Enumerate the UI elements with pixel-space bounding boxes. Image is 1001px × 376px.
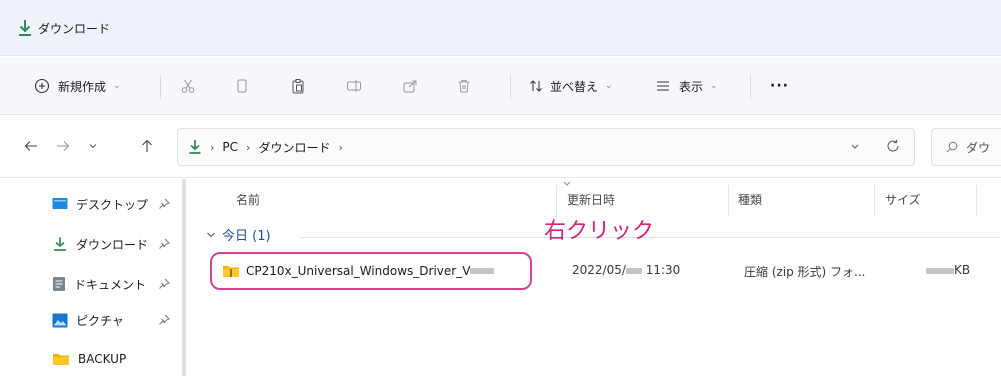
window-title: ダウンロード (38, 22, 111, 36)
pin-icon[interactable] (158, 198, 170, 210)
breadcrumb-item-pc[interactable]: PC (222, 140, 238, 154)
delete-button[interactable] (456, 57, 472, 115)
recent-locations-button[interactable] (82, 135, 104, 157)
rename-button[interactable] (346, 57, 362, 115)
column-divider[interactable] (728, 185, 729, 217)
table-row[interactable]: CP210x_Universal_Windows_Driver_V 2022/0… (190, 252, 1001, 290)
column-divider[interactable] (976, 185, 977, 217)
column-header-size[interactable]: サイズ (885, 191, 921, 208)
chevron-down-icon (89, 144, 97, 149)
sort-button-label: 並べ替え (550, 79, 599, 94)
chevron-right-icon: › (338, 140, 343, 154)
download-icon (189, 140, 201, 154)
address-box[interactable]: › PC › ダウンロード › (177, 128, 915, 166)
sidebar-item-label: ダウンロード (76, 237, 149, 252)
command-bar: 新規作成 ⌄ 並べ替え ⌄ 表示 ⌄ ··· (0, 57, 1001, 115)
file-list: 名前 更新日時 種類 サイズ 今日 (1) 右クリック CP210x_Unive… (190, 179, 1001, 376)
sidebar-item-pictures[interactable]: ピクチャ (52, 309, 124, 331)
search-box[interactable]: ダウ (931, 128, 1001, 166)
up-button[interactable] (136, 135, 158, 157)
pin-icon[interactable] (158, 278, 170, 290)
sidebar-item-desktop[interactable]: デスクトップ (52, 193, 148, 215)
column-header-date[interactable]: 更新日時 (567, 191, 615, 208)
file-size: KB (926, 263, 970, 277)
group-header-today[interactable]: 今日 (1) (206, 225, 271, 244)
list-view-icon (657, 81, 669, 91)
desktop-icon (52, 198, 68, 209)
rename-icon (347, 80, 361, 92)
sort-chevron-icon (563, 181, 571, 186)
share-button[interactable] (402, 57, 418, 115)
breadcrumb: › PC › ダウンロード › (188, 129, 343, 165)
sidebar-item-documents[interactable]: ドキュメント (52, 273, 146, 295)
document-icon (53, 277, 65, 291)
trash-icon (458, 80, 470, 93)
arrow-left-icon (24, 141, 37, 151)
more-icon: ··· (770, 78, 789, 94)
column-divider[interactable] (874, 185, 875, 217)
plus-circle-icon (34, 78, 50, 94)
chevron-down-icon: ⌄ (710, 81, 718, 91)
chevron-right-icon: › (210, 140, 215, 154)
copy-button[interactable] (234, 57, 250, 115)
toolbar-divider (750, 75, 751, 99)
chevron-down-icon[interactable] (850, 143, 860, 151)
toolbar-divider (510, 75, 511, 99)
new-button[interactable]: 新規作成 ⌄ (34, 57, 121, 115)
arrow-up-icon (142, 139, 152, 152)
breadcrumb-item-downloads[interactable]: ダウンロード (258, 139, 330, 156)
address-bar-row: › PC › ダウンロード › ダウ (0, 116, 1001, 178)
forward-button[interactable] (52, 135, 74, 157)
search-icon (946, 141, 958, 153)
toolbar-divider (160, 75, 161, 99)
column-header-name[interactable]: 名前 (236, 191, 260, 208)
pin-icon[interactable] (158, 314, 170, 326)
arrow-right-icon (57, 141, 70, 151)
sidebar-item-label: ピクチャ (76, 313, 124, 328)
sidebar-item-backup[interactable]: BACKUP (52, 348, 126, 370)
chevron-down-icon: ⌄ (113, 81, 121, 91)
chevron-right-icon: › (246, 140, 251, 154)
more-options-button[interactable]: ··· (770, 57, 789, 115)
zip-folder-icon (223, 266, 239, 277)
folder-icon (53, 354, 69, 365)
chevron-down-icon: ⌄ (605, 81, 613, 91)
cut-button[interactable] (180, 57, 196, 115)
picture-icon (52, 313, 68, 327)
view-button[interactable]: 表示 ⌄ (655, 57, 718, 115)
group-label: 今日 (1) (222, 229, 271, 244)
title-bar: ダウンロード (0, 0, 1001, 56)
file-type: 圧縮 (zip 形式) フォ... (744, 265, 866, 279)
pin-icon[interactable] (158, 238, 170, 250)
column-header-type[interactable]: 種類 (738, 191, 762, 208)
redacted-text (470, 268, 495, 274)
navigation-pane: デスクトップ ダウンロード ドキュメント ピクチャ BACKUP (0, 179, 188, 376)
download-icon (19, 20, 31, 36)
sort-icon (530, 80, 542, 92)
view-button-label: 表示 (679, 79, 704, 94)
sidebar-item-label: デスクトップ (76, 197, 149, 212)
paste-button[interactable] (290, 57, 306, 115)
sidebar-scrollbar[interactable] (182, 179, 186, 376)
search-placeholder: ダウ (966, 140, 991, 155)
share-icon (403, 80, 417, 93)
scissors-icon (181, 79, 195, 93)
paste-icon (292, 79, 304, 94)
file-name-cell[interactable]: CP210x_Universal_Windows_Driver_V (210, 252, 532, 290)
new-button-label: 新規作成 (58, 79, 107, 94)
file-name: CP210x_Universal_Windows_Driver_V (246, 264, 471, 278)
sidebar-item-downloads[interactable]: ダウンロード (52, 233, 148, 255)
right-click-annotation: 右クリック (544, 219, 655, 244)
copy-icon (237, 79, 247, 93)
sort-button[interactable]: 並べ替え ⌄ (528, 57, 613, 115)
file-date: 2022/05/ 11:30 (572, 263, 681, 277)
back-button[interactable] (20, 135, 42, 157)
sidebar-item-label: BACKUP (78, 352, 127, 366)
refresh-icon[interactable] (886, 139, 900, 153)
download-icon (54, 237, 66, 251)
chevron-down-icon (207, 232, 215, 237)
sidebar-item-label: ドキュメント (74, 277, 147, 292)
